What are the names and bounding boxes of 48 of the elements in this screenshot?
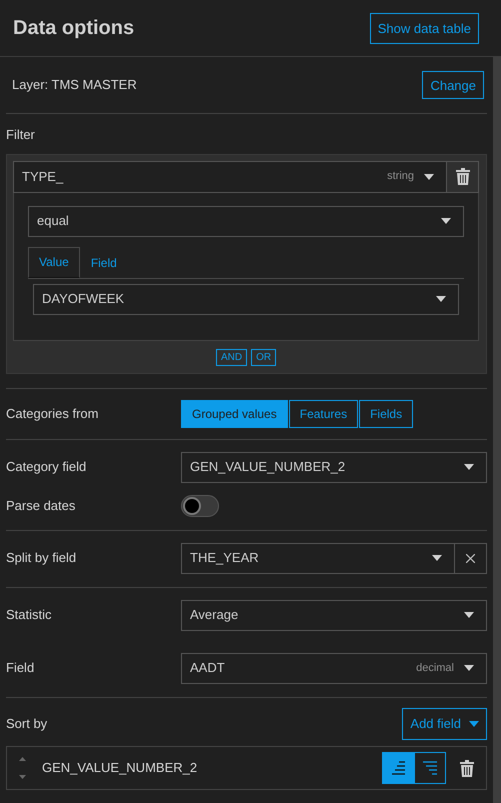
trash-icon[interactable] xyxy=(460,760,474,777)
value-dropdown[interactable]: DAYOFWEEK xyxy=(33,284,459,314)
type-label: string xyxy=(387,169,414,184)
caret-icon xyxy=(424,174,434,180)
close-icon xyxy=(466,554,475,562)
layer-label: Layer: TMS MASTER xyxy=(12,76,137,94)
caret-icon xyxy=(469,720,479,726)
clear-button[interactable] xyxy=(455,542,487,574)
or-button[interactable]: OR xyxy=(251,348,276,366)
row-label: Sort by xyxy=(6,714,48,733)
type-label: decimal xyxy=(416,660,454,676)
tab[interactable]: Value xyxy=(28,246,80,278)
toggle-switch[interactable] xyxy=(181,494,219,516)
scrollbar[interactable] xyxy=(493,57,501,803)
dropdown[interactable]: Average xyxy=(181,600,487,630)
sort-ascending-button[interactable] xyxy=(382,752,414,784)
caret-icon xyxy=(432,555,442,561)
dropdown[interactable]: THE_YEAR xyxy=(181,542,455,574)
operator-dropdown[interactable]: equal xyxy=(28,206,464,236)
caret-icon xyxy=(464,665,474,671)
field-dropdown[interactable]: TYPE_ string xyxy=(13,160,447,192)
sort-field-name: GEN_VALUE_NUMBER_2 xyxy=(42,758,198,777)
dropdown[interactable]: GEN_VALUE_NUMBER_2 xyxy=(181,452,487,482)
row-label: Categories from xyxy=(6,404,100,423)
segment-button[interactable]: Features xyxy=(288,400,358,428)
caret-icon xyxy=(464,464,474,470)
dropdown[interactable]: AADT decimal xyxy=(181,652,487,684)
segment-button[interactable]: Fields xyxy=(359,400,414,428)
change-button[interactable]: Change xyxy=(422,71,484,99)
panel-title: Data options xyxy=(13,16,134,40)
filter-label: Filter xyxy=(6,126,36,144)
reorder-icon[interactable] xyxy=(19,756,26,778)
trash-icon[interactable] xyxy=(456,168,470,185)
and-button[interactable]: AND xyxy=(216,348,248,366)
row-label: Parse dates xyxy=(6,496,76,515)
row-label: Category field xyxy=(6,458,88,476)
tab[interactable]: Field xyxy=(80,246,128,278)
add-field-button[interactable]: Add field xyxy=(402,708,487,740)
row-label: Split by field xyxy=(6,549,78,568)
row-label: Field xyxy=(6,659,36,678)
sort-descending-button[interactable] xyxy=(414,752,446,784)
caret-icon xyxy=(464,612,474,618)
caret-icon xyxy=(436,296,446,302)
caret-icon xyxy=(441,218,451,224)
delete-button[interactable] xyxy=(447,160,479,192)
show-data-table-button[interactable]: Show data table xyxy=(370,12,479,44)
segment-button[interactable]: Grouped values xyxy=(181,400,288,428)
row-label: Statistic xyxy=(6,606,53,624)
